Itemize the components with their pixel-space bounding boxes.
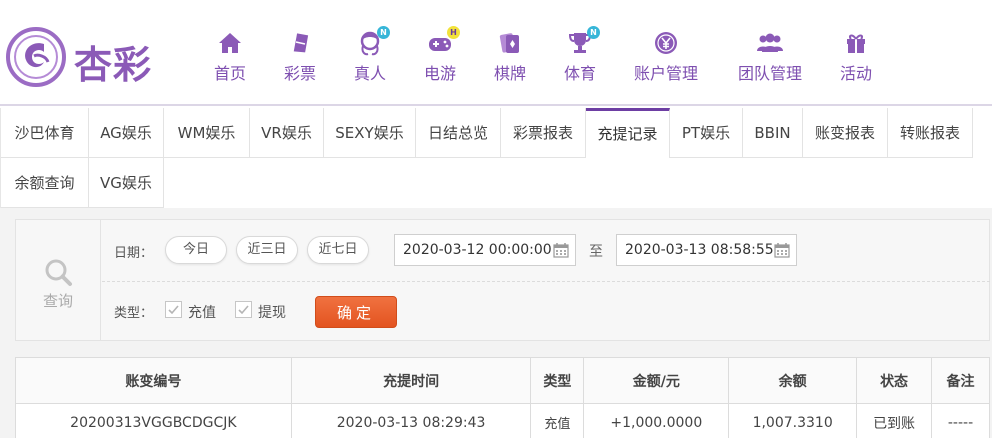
- new-badge: N: [587, 26, 600, 39]
- yen-coin-icon: [652, 30, 680, 56]
- tab-daily-summary[interactable]: 日结总览: [416, 108, 501, 158]
- nav-label: 活动: [840, 64, 873, 83]
- nav-item-sports[interactable]: N 体育: [564, 26, 600, 84]
- column-header: 账变编号: [15, 357, 292, 404]
- divider: [102, 281, 990, 282]
- tab-transaction-report[interactable]: 账变报表: [803, 108, 888, 158]
- nav-item-home[interactable]: 首页: [214, 30, 246, 84]
- query-area: 查询: [16, 220, 101, 340]
- date-label: 日期：: [114, 246, 154, 261]
- nav-label: 真人: [354, 64, 387, 83]
- nav-label: 棋牌: [494, 64, 527, 83]
- logo-text: 杏彩: [74, 42, 153, 87]
- start-date-input[interactable]: 2020-03-12 00:00:00: [394, 234, 576, 266]
- report-tabs: 沙巴体育 AG娱乐 WM娱乐 VR娱乐 SEXY娱乐 日结总览 彩票报表 充提记…: [0, 108, 992, 208]
- tab-ag[interactable]: AG娱乐: [89, 108, 164, 158]
- tab-vg[interactable]: VG娱乐: [89, 158, 164, 208]
- column-header: 充提时间: [290, 357, 532, 404]
- column-header: 金额/元: [583, 357, 730, 404]
- cell-amount: +1,000.0000: [583, 403, 730, 438]
- nav-item-events[interactable]: 活动: [840, 30, 872, 84]
- nav-label: 彩票: [284, 64, 317, 83]
- hot-badge: H: [447, 26, 460, 39]
- nav-label: 电游: [424, 64, 457, 83]
- deposit-label: 充值: [188, 305, 216, 321]
- quick-date-7days-button[interactable]: 近七日: [307, 236, 369, 264]
- column-header: 状态: [856, 357, 933, 404]
- table-header-row: 账变编号 充提时间 类型 金额/元 余额 状态 备注: [15, 357, 990, 404]
- cell-note: -----: [931, 403, 990, 438]
- cell-type: 充值: [530, 403, 585, 438]
- trophy-icon: N: [566, 26, 600, 56]
- check-icon: [168, 305, 179, 315]
- query-label: 查询: [43, 292, 74, 310]
- tab-bbin[interactable]: BBIN: [743, 108, 803, 158]
- tab-balance-query[interactable]: 余额查询: [1, 158, 89, 208]
- quick-date-today-button[interactable]: 今日: [165, 236, 227, 264]
- nav-item-team[interactable]: 团队管理: [738, 30, 802, 84]
- nav-label: 体育: [564, 64, 597, 83]
- tab-pt[interactable]: PT娱乐: [670, 108, 743, 158]
- cards-icon: [496, 30, 524, 56]
- check-icon: [238, 305, 249, 315]
- new-badge: N: [377, 26, 390, 39]
- team-icon: [756, 30, 784, 56]
- deposit-checkbox[interactable]: [165, 301, 182, 318]
- logo[interactable]: 杏彩: [4, 26, 164, 88]
- type-label: 类型：: [114, 306, 154, 321]
- logo-emblem-icon: [6, 27, 66, 87]
- content-panel: 查询 日期： 今日 近三日 近七日 2020-03-12 00:00:00 至 …: [0, 208, 992, 438]
- tab-sexy[interactable]: SEXY娱乐: [324, 108, 416, 158]
- tab-deposit-withdraw-records[interactable]: 充提记录: [586, 108, 670, 158]
- cell-time: 2020-03-13 08:29:43: [290, 403, 532, 438]
- nav-item-egames[interactable]: H 电游: [424, 26, 460, 84]
- nav-item-lottery[interactable]: 彩票: [284, 30, 316, 84]
- gamepad-icon: H: [426, 26, 460, 56]
- cell-status: 已到账: [856, 403, 933, 438]
- nav-item-live[interactable]: N 真人: [354, 26, 390, 84]
- confirm-button[interactable]: 确定: [315, 296, 397, 328]
- nav-label: 团队管理: [738, 64, 803, 83]
- nav-item-account[interactable]: 账户管理: [634, 30, 698, 84]
- search-icon: [45, 259, 72, 286]
- tab-saba-sports[interactable]: 沙巴体育: [1, 108, 89, 158]
- column-header: 余额: [728, 357, 858, 404]
- start-date-value: 2020-03-12 00:00:00: [403, 242, 552, 258]
- filter-box: 查询 日期： 今日 近三日 近七日 2020-03-12 00:00:00 至 …: [15, 219, 990, 341]
- gift-icon: [842, 30, 870, 56]
- tab-transfer-report[interactable]: 转账报表: [888, 108, 973, 158]
- nav-item-cards[interactable]: 棋牌: [494, 30, 526, 84]
- calendar-icon[interactable]: [774, 242, 790, 258]
- tab-lottery-report[interactable]: 彩票报表: [501, 108, 586, 158]
- home-icon: [216, 30, 244, 56]
- table-row[interactable]: 20200313VGGBCDGCJK 2020-03-13 08:29:43 充…: [15, 403, 990, 438]
- end-date-value: 2020-03-13 08:58:55: [625, 242, 774, 258]
- records-table: 账变编号 充提时间 类型 金额/元 余额 状态 备注 20200313VGGBC…: [15, 357, 990, 438]
- quick-date-3days-button[interactable]: 近三日: [236, 236, 298, 264]
- live-dealer-icon: N: [356, 26, 390, 56]
- withdraw-checkbox[interactable]: [235, 301, 252, 318]
- tab-vr[interactable]: VR娱乐: [250, 108, 324, 158]
- nav-label: 首页: [214, 64, 247, 83]
- tab-wm[interactable]: WM娱乐: [164, 108, 250, 158]
- calendar-icon[interactable]: [553, 242, 569, 258]
- lottery-ticket-icon: [286, 30, 314, 56]
- header: 杏彩 首页 彩票 N 真人 H 电游 棋牌 N 体育 账户管理 团队管理 活动: [0, 0, 992, 106]
- column-header: 类型: [530, 357, 585, 404]
- cell-transaction-id: 20200313VGGBCDGCJK: [15, 403, 292, 438]
- end-date-input[interactable]: 2020-03-13 08:58:55: [616, 234, 797, 266]
- cell-balance: 1,007.3310: [728, 403, 858, 438]
- withdraw-label: 提现: [258, 305, 286, 321]
- nav-label: 账户管理: [634, 64, 699, 83]
- column-header: 备注: [931, 357, 990, 404]
- to-label: 至: [589, 244, 603, 260]
